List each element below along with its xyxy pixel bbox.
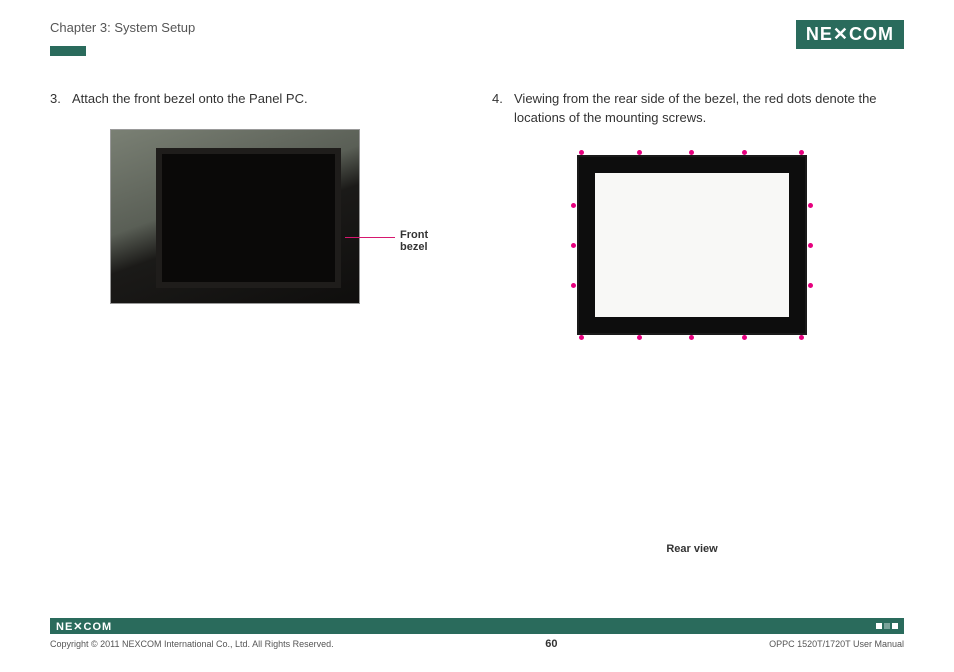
step-number: 3.: [50, 90, 72, 109]
screw-dot-icon: [571, 283, 576, 288]
screw-dot-icon: [637, 335, 642, 340]
step-number: 4.: [492, 90, 514, 128]
screw-dot-icon: [808, 243, 813, 248]
brand-text-ne: NE: [806, 24, 833, 45]
figure-rear-view: Rear view: [552, 148, 832, 555]
photo-rear-wrap: [567, 148, 817, 343]
screw-dot-icon: [799, 150, 804, 155]
photo-front-bezel: [110, 129, 360, 304]
header-accent-bar: [50, 46, 86, 56]
step-text: Viewing from the rear side of the bezel,…: [514, 90, 904, 128]
step-text: Attach the front bezel onto the Panel PC…: [72, 90, 462, 109]
brand-logo-footer: NE✕COM: [56, 620, 112, 633]
screw-dot-icon: [689, 335, 694, 340]
screw-dot-icon: [571, 203, 576, 208]
brand-text-ne: NE: [56, 621, 73, 633]
content-area: 3. Attach the front bezel onto the Panel…: [50, 90, 904, 555]
brand-x-icon: ✕: [73, 621, 83, 633]
manual-name: OPPC 1520T/1720T User Manual: [769, 639, 904, 649]
callout-label: Front bezel: [400, 229, 440, 253]
left-column: 3. Attach the front bezel onto the Panel…: [50, 90, 462, 555]
rear-view-label: Rear view: [552, 543, 832, 555]
page-number: 60: [545, 638, 557, 650]
screw-dot-icon: [637, 150, 642, 155]
screw-dot-icon: [579, 150, 584, 155]
photo-rear-panel: [595, 173, 789, 317]
callout-line: [345, 237, 395, 238]
screw-dot-icon: [579, 335, 584, 340]
screw-dot-icon: [742, 335, 747, 340]
footer-line: Copyright © 2011 NEXCOM International Co…: [50, 638, 904, 650]
photo-screen-area: [156, 148, 341, 288]
photo-rear-bezel: [577, 155, 807, 335]
chapter-title: Chapter 3: System Setup: [50, 20, 195, 35]
brand-text-com: COM: [84, 621, 113, 633]
copyright-text: Copyright © 2011 NEXCOM International Co…: [50, 639, 334, 649]
footer-dots-icon: [876, 623, 898, 629]
screw-dot-icon: [808, 203, 813, 208]
figure-front-bezel: Front bezel: [110, 129, 440, 304]
brand-text-com: COM: [849, 24, 894, 45]
screw-dot-icon: [742, 150, 747, 155]
screw-dot-icon: [808, 283, 813, 288]
screw-dot-icon: [799, 335, 804, 340]
step-3: 3. Attach the front bezel onto the Panel…: [50, 90, 462, 109]
screw-dot-icon: [689, 150, 694, 155]
screw-dot-icon: [571, 243, 576, 248]
step-4: 4. Viewing from the rear side of the bez…: [492, 90, 904, 128]
right-column: 4. Viewing from the rear side of the bez…: [492, 90, 904, 555]
footer-bar: NE✕COM: [50, 618, 904, 634]
brand-logo-top: NE✕COM: [796, 20, 904, 49]
brand-x-icon: ✕: [833, 24, 849, 45]
